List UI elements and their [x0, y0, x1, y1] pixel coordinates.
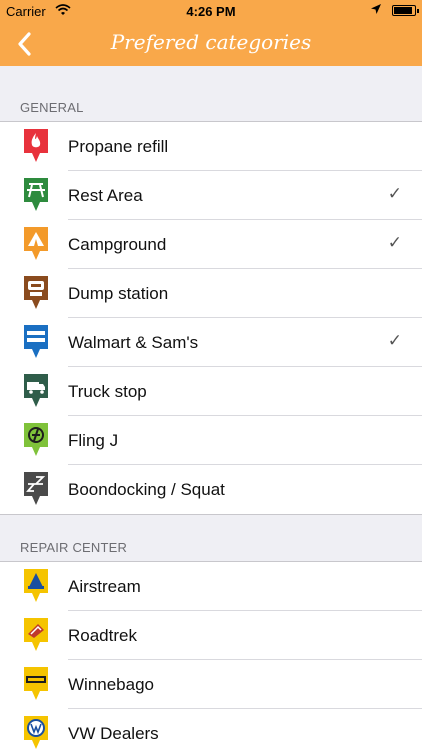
- row-label: Propane refill: [68, 137, 169, 156]
- walmart-icon: [24, 325, 48, 358]
- row-airstream[interactable]: Airstream: [0, 562, 422, 611]
- picnic-table-icon: [24, 178, 48, 211]
- row-boondocking[interactable]: Boondocking / Squat: [0, 465, 422, 514]
- row-label: Walmart & Sam's: [68, 333, 199, 352]
- tent-icon: [24, 227, 48, 260]
- row-label: Campground: [68, 235, 167, 254]
- checkmark-icon: ✓: [387, 233, 402, 252]
- truck-icon: [24, 374, 48, 407]
- airstream-icon: [24, 569, 48, 602]
- winnebago-icon: [24, 667, 48, 700]
- row-walmart[interactable]: Walmart & Sam's ✓: [0, 318, 422, 367]
- flame-icon: [24, 129, 48, 162]
- battery-icon: [392, 5, 419, 16]
- vw-icon: [24, 716, 48, 749]
- row-label: VW Dealers: [68, 724, 159, 743]
- row-rest-area[interactable]: Rest Area ✓: [0, 171, 422, 220]
- general-list: Propane refill Rest Area ✓ Campground ✓: [0, 121, 422, 515]
- row-label: Truck stop: [68, 382, 147, 401]
- row-truck-stop[interactable]: Truck stop: [0, 367, 422, 416]
- row-label: Boondocking / Squat: [68, 480, 225, 499]
- status-time: 4:26 PM: [186, 4, 236, 19]
- row-vw-dealers[interactable]: VW Dealers: [0, 709, 422, 750]
- navigation-bar: Prefered categories: [0, 22, 422, 66]
- page-title: Prefered categories: [110, 30, 312, 54]
- row-winnebago[interactable]: Winnebago: [0, 660, 422, 709]
- row-roadtrek[interactable]: Roadtrek: [0, 611, 422, 660]
- row-label: Fling J: [68, 431, 119, 450]
- row-label: Winnebago: [68, 675, 155, 694]
- row-label: Airstream: [68, 577, 141, 596]
- row-propane-refill[interactable]: Propane refill: [0, 122, 422, 171]
- location-arrow-icon: [371, 4, 381, 14]
- repair-center-list: Airstream Roadtrek Winnebago VW Dealers: [0, 561, 422, 750]
- section-header-general: GENERAL: [20, 100, 84, 115]
- row-dump-station[interactable]: Dump station: [0, 269, 422, 318]
- row-label: Rest Area: [68, 186, 143, 205]
- status-bar: Carrier 4:26 PM: [0, 0, 422, 22]
- row-label: Dump station: [68, 284, 169, 303]
- section-header-repair-center: REPAIR CENTER: [20, 540, 128, 555]
- fling-j-icon: [24, 423, 48, 456]
- row-campground[interactable]: Campground ✓: [0, 220, 422, 269]
- roadtrek-icon: [24, 618, 48, 651]
- checkmark-icon: ✓: [387, 331, 402, 350]
- dump-station-icon: [24, 276, 48, 309]
- row-fling-j[interactable]: Fling J: [0, 416, 422, 465]
- row-label: Roadtrek: [68, 626, 137, 645]
- sleep-icon: [24, 472, 48, 505]
- checkmark-icon: ✓: [387, 184, 402, 203]
